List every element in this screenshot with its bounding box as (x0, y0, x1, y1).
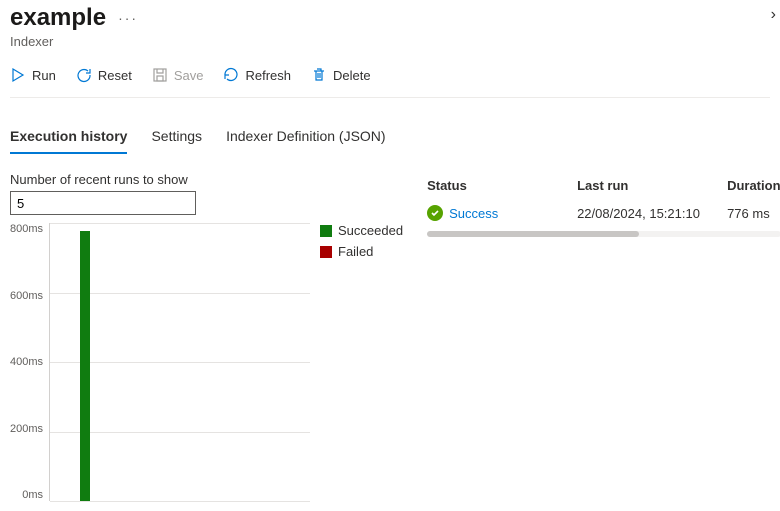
delete-button[interactable]: Delete (311, 65, 371, 85)
tab-bar: Execution history Settings Indexer Defin… (10, 122, 770, 154)
save-label: Save (174, 68, 204, 83)
run-label: Run (32, 68, 56, 83)
runs-table-header: Status Last run Duration (427, 172, 780, 199)
page-subtitle: Indexer (10, 34, 770, 49)
refresh-label: Refresh (245, 68, 291, 83)
runs-input-label: Number of recent runs to show (10, 172, 403, 187)
tab-definition[interactable]: Indexer Definition (JSON) (226, 122, 386, 154)
reset-button[interactable]: Reset (76, 65, 132, 85)
legend-label-succeeded: Succeeded (338, 223, 403, 238)
legend-swatch-failed (320, 246, 332, 258)
legend-label-failed: Failed (338, 244, 373, 259)
more-icon[interactable]: ··· (118, 10, 138, 26)
ytick: 400ms (10, 356, 43, 368)
runs-input[interactable] (10, 191, 196, 215)
legend-swatch-succeeded (320, 225, 332, 237)
runs-table: Status Last run Duration Success 22/08/2… (427, 172, 780, 237)
scrollbar-thumb[interactable] (427, 231, 639, 237)
run-button[interactable]: Run (10, 65, 56, 85)
col-status[interactable]: Status (427, 178, 577, 193)
ytick: 200ms (10, 423, 43, 435)
lastrun-cell: 22/08/2024, 15:21:10 (577, 206, 727, 221)
ytick: 800ms (10, 223, 43, 235)
refresh-button[interactable]: Refresh (223, 65, 291, 85)
save-icon (152, 67, 168, 83)
col-duration[interactable]: Duration (727, 178, 780, 193)
page-title: example (10, 4, 106, 32)
status-text: Success (449, 206, 498, 221)
col-lastrun[interactable]: Last run (577, 178, 727, 193)
chevron-right-icon[interactable]: › (771, 6, 776, 24)
success-icon (427, 205, 443, 221)
toolbar: Run Reset Save Refresh Delete (10, 55, 770, 98)
play-icon (10, 67, 26, 83)
ytick: 0ms (22, 489, 43, 501)
ytick: 600ms (10, 290, 43, 302)
chart-bar[interactable] (80, 231, 90, 501)
chart-y-axis: 800ms 600ms 400ms 200ms 0ms (10, 223, 49, 501)
tab-settings[interactable]: Settings (151, 122, 202, 154)
runs-chart: 800ms 600ms 400ms 200ms 0ms (10, 223, 310, 501)
delete-label: Delete (333, 68, 371, 83)
refresh-icon (223, 67, 239, 83)
reset-label: Reset (98, 68, 132, 83)
legend-failed: Failed (320, 244, 403, 259)
reset-icon (76, 67, 92, 83)
trash-icon (311, 67, 327, 83)
chart-plot (49, 223, 310, 501)
table-row[interactable]: Success 22/08/2024, 15:21:10 776 ms (427, 199, 780, 227)
scrollbar-track[interactable] (427, 231, 780, 237)
duration-cell: 776 ms (727, 206, 780, 221)
save-button: Save (152, 65, 204, 85)
status-cell[interactable]: Success (427, 205, 498, 221)
chart-legend: Succeeded Failed (320, 223, 403, 501)
tab-execution-history[interactable]: Execution history (10, 122, 127, 154)
legend-succeeded: Succeeded (320, 223, 403, 238)
